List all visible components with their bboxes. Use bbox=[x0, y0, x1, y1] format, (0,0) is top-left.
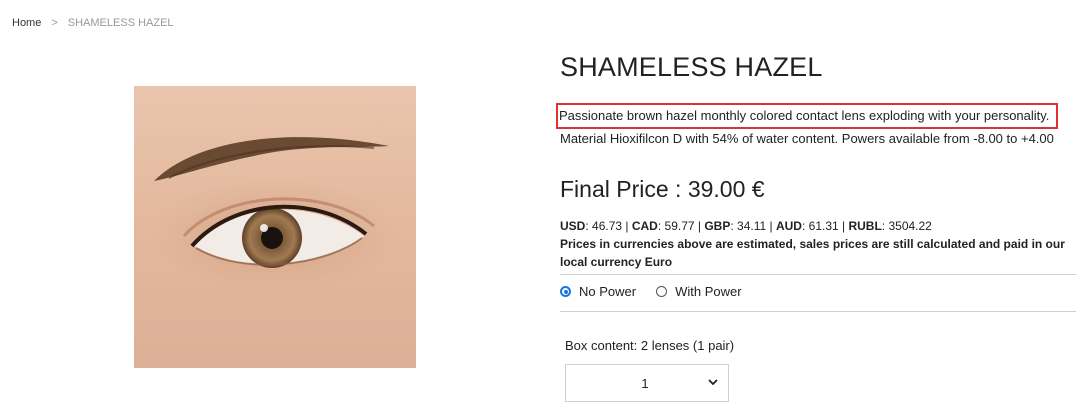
currency-value-usd: 46.73 bbox=[592, 219, 623, 233]
box-content: Box content: 2 lenses (1 pair) bbox=[565, 338, 735, 353]
currency-code-gbp: GBP bbox=[704, 219, 731, 233]
radio-no-power[interactable]: No Power bbox=[560, 284, 636, 299]
currency-line: USD: 46.73 | CAD: 59.77 | GBP: 34.11 | A… bbox=[560, 219, 932, 233]
radio-no-power-label: No Power bbox=[579, 284, 637, 299]
divider-bottom bbox=[560, 311, 1076, 312]
currency-code-aud: AUD bbox=[775, 219, 802, 233]
chevron-down-icon bbox=[708, 379, 718, 386]
breadcrumb-separator: > bbox=[51, 17, 58, 29]
quantity-value: 1 bbox=[641, 375, 649, 391]
product-description: Passionate brown hazel monthly colored c… bbox=[556, 103, 1059, 149]
currency-note-text: Prices in currencies above are estimated… bbox=[560, 237, 1065, 269]
final-price: Final Price : 39.00 € bbox=[560, 176, 765, 202]
breadcrumb-current: SHAMELESS HAZEL bbox=[67, 17, 174, 29]
radio-with-power[interactable]: With Power bbox=[656, 284, 742, 299]
currency-note: Prices in currencies above are estimated… bbox=[560, 235, 1080, 271]
product-title: SHAMELESS HAZEL bbox=[560, 52, 823, 82]
description-line2: Material Hioxifilcon D with 54% of water… bbox=[560, 131, 1054, 146]
product-image[interactable] bbox=[134, 86, 416, 368]
power-options: No Power With Power bbox=[560, 284, 762, 299]
divider-top bbox=[560, 274, 1076, 275]
radio-unchecked-icon[interactable] bbox=[656, 286, 668, 297]
quantity-select[interactable]: 1 bbox=[565, 364, 729, 402]
currency-code-cad: CAD bbox=[631, 219, 658, 233]
currency-code-rubl: RUBL bbox=[848, 219, 882, 233]
description-highlighted: Passionate brown hazel monthly colored c… bbox=[556, 103, 1059, 129]
currency-code-usd: USD bbox=[560, 219, 586, 233]
breadcrumb: Home > SHAMELESS HAZEL bbox=[12, 17, 174, 29]
currency-info: USD: 46.73 | CAD: 59.77 | GBP: 34.11 | A… bbox=[560, 217, 1080, 271]
breadcrumb-home-link[interactable]: Home bbox=[12, 17, 41, 29]
currency-value-cad: 59.77 bbox=[664, 219, 695, 233]
currency-value-aud: 61.31 bbox=[808, 219, 839, 233]
currency-value-gbp: 34.11 bbox=[737, 219, 767, 233]
radio-checked-icon[interactable] bbox=[560, 286, 571, 297]
currency-value-rubl: 3504.22 bbox=[888, 219, 932, 233]
radio-with-power-label: With Power bbox=[675, 284, 742, 299]
